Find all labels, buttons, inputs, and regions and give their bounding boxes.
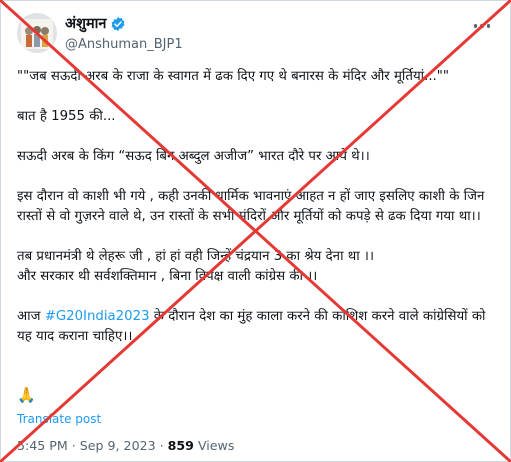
- post-date[interactable]: Sep 9, 2023: [80, 438, 156, 453]
- meta-separator: ·: [71, 438, 76, 453]
- tweet-metadata: 5:45 PM · Sep 9, 2023 · 859 Views: [17, 437, 234, 455]
- post-time[interactable]: 5:45 PM: [17, 438, 68, 453]
- tweet-paragraph: ""जब सऊदी अरब के राजा के स्वागत में ढक द…: [17, 69, 450, 84]
- text-segment: आज: [17, 309, 45, 324]
- author-handle[interactable]: @Anshuman_BJP1: [65, 37, 183, 53]
- avatar-image: [17, 13, 57, 53]
- tweet-paragraph: बात है 1955 की...: [17, 109, 116, 124]
- translate-post-link[interactable]: Translate post: [17, 412, 101, 426]
- folded-hands-emoji: 🙏: [17, 386, 36, 404]
- verified-badge-icon: [110, 16, 126, 32]
- tweet-paragraph: इस दौरान वो काशी भी गये , कही उनकी धार्म…: [17, 189, 489, 224]
- views-label: Views: [197, 438, 235, 453]
- views-count: 859: [167, 438, 194, 453]
- tweet-paragraph: तब प्रधानमंत्री थे लेहरू जी , हां हां वह…: [17, 249, 374, 264]
- tweet-card: अंशुमान @Anshuman_BJP1 ""जब सऊदी अरब के …: [0, 0, 511, 462]
- avatar[interactable]: [17, 13, 57, 53]
- tweet-paragraph: सऊदी अरब के किंग “सऊद बिन अब्दुल अजीज” भ…: [17, 149, 370, 164]
- tweet-text: ""जब सऊदी अरब के राजा के स्वागत में ढक द…: [17, 67, 499, 347]
- tweet-paragraph: और सरकार थी सर्वशक्तिमान , बिना विपक्ष व…: [17, 269, 318, 284]
- author-display-name[interactable]: अंशुमान: [65, 15, 106, 33]
- tweet-paragraph: आज #G20India2023 के दौरान देश का मुंह का…: [17, 307, 499, 347]
- name-row: अंशुमान: [65, 15, 126, 33]
- meta-separator: ·: [159, 438, 164, 453]
- more-options-icon[interactable]: [471, 19, 493, 33]
- tweet-header: अंशुमान @Anshuman_BJP1: [17, 11, 497, 59]
- hashtag-link[interactable]: #G20India2023: [45, 309, 150, 324]
